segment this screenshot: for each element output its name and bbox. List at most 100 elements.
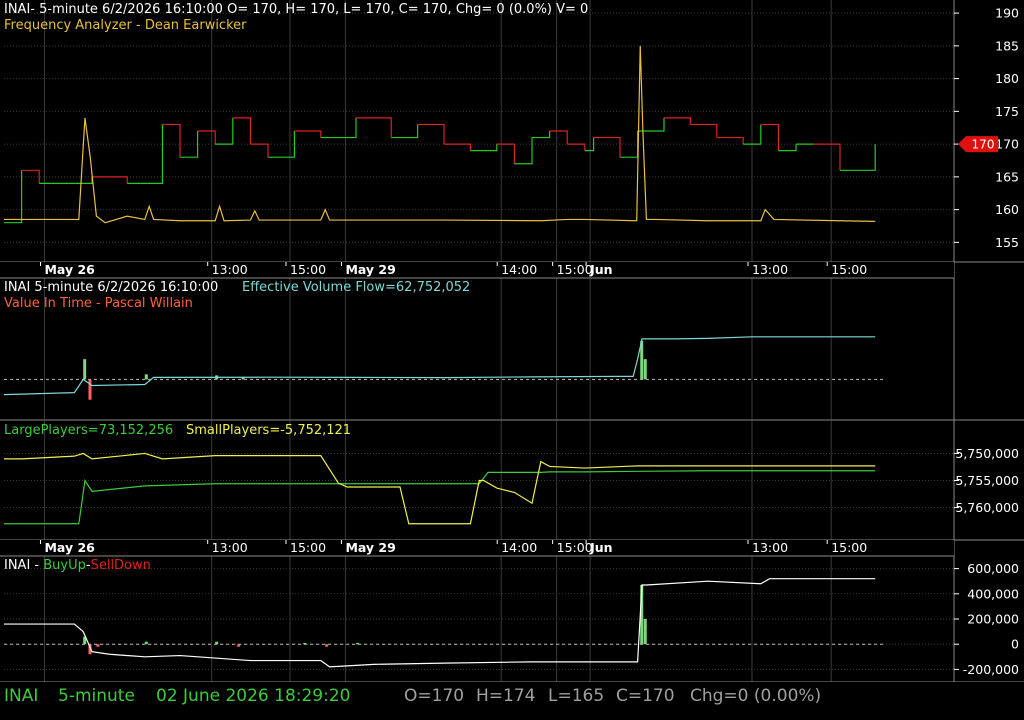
buysell-volume-bar: [237, 644, 241, 647]
price-step-segment: [127, 124, 163, 184]
price-panel-header: INAI- 5-minute 6/2/2026 16:10:00 O= 170,…: [4, 2, 589, 17]
price-step-segment: [778, 144, 797, 152]
chart-axes: May 26 13:00 15:00 May 29 14:00 15:00Jun 13:00…: [0, 6, 1019, 677]
large-players-label: LargePlayers=73,152,256: [4, 423, 174, 438]
price-step-segment: [162, 123, 181, 158]
status-high: H=174: [476, 686, 536, 706]
buysell-panel-label: INAI - BuyUp-SellDown: [4, 558, 151, 574]
price-step-segment: [232, 117, 251, 145]
status-symbol: INAI: [4, 686, 39, 706]
price-step-segment: [470, 144, 498, 152]
status-close: C=170: [616, 686, 675, 706]
price-step-segment: [180, 131, 199, 158]
buysell-axis-label: 200,000: [967, 612, 1019, 627]
status-interval: 5-minute: [58, 686, 135, 706]
price-step-segment: [250, 143, 269, 158]
price-step-segment: [21, 169, 40, 184]
price-step-segment: [294, 130, 322, 138]
time-axis-label: Jun: [589, 540, 612, 555]
status-bar: INAI 5-minute 02 June 2026 18:29:20 O=17…: [0, 682, 1024, 720]
price-step-segment: [39, 176, 93, 184]
price-step-segment: [690, 123, 718, 138]
buysell-volume-bar: [356, 642, 359, 645]
price-step-segment: [593, 136, 621, 158]
price-step-segment: [637, 117, 665, 132]
time-axis-label: May 29: [345, 262, 395, 277]
price-step-segment: [567, 143, 586, 151]
players-axis-label: 5,760,000: [955, 500, 1019, 515]
price-axis-label: 155: [995, 235, 1019, 250]
time-axis-label: 13:00: [752, 540, 788, 555]
small-players-line: [4, 452, 876, 525]
time-axis-label: 13:00: [752, 262, 788, 277]
status-open: O=170: [404, 686, 465, 706]
evf-volume-bar: [643, 359, 647, 380]
price-step-segment: [813, 143, 841, 171]
price-step-segment: [840, 144, 876, 171]
status-datetime: 02 June 2026 18:29:20: [156, 686, 351, 706]
price-axis-label: 180: [995, 71, 1019, 86]
price-step-segment: [356, 117, 392, 138]
price-step-segment: [417, 123, 445, 145]
buysell-volume-bar: [325, 644, 329, 647]
price-step-segment: [215, 117, 234, 145]
price-axis-label: 160: [995, 202, 1019, 217]
price-step-segment: [532, 131, 551, 139]
buysell-volume-bar: [96, 644, 100, 647]
buysell-volume-bar: [643, 619, 647, 645]
status-change: Chg=0 (0.00%): [690, 686, 822, 706]
time-axis-label: May 29: [345, 540, 395, 555]
price-tag-value: 170: [972, 138, 995, 152]
time-axis-label: 15:00: [557, 262, 593, 277]
selldown-label: SellDown: [90, 558, 151, 573]
time-axis-label: 15:00: [831, 540, 867, 555]
price-step-segment: [4, 170, 23, 224]
stock-chart[interactable]: May 26 13:00 15:00 May 29 14:00 15:00Jun 13:00…: [0, 0, 1024, 682]
chart-grid: [0, 0, 1024, 682]
price-step-segment: [197, 130, 216, 145]
price-axis-label: 190: [995, 6, 1019, 21]
time-axis-label: 15:00: [557, 540, 593, 555]
time-axis-label: 15:00: [831, 262, 867, 277]
players-axis-label: 5,755,000: [955, 473, 1019, 488]
buysell-volume-bar: [215, 641, 219, 645]
price-step-segment: [92, 176, 128, 184]
price-step-segment: [320, 117, 357, 139]
large-players-line: [4, 470, 876, 525]
volume-bars: [83, 340, 647, 655]
buysell-axis-label: 400,000: [967, 586, 1019, 601]
evf-volume-bar: [88, 379, 92, 400]
time-axis-strip: [0, 262, 954, 278]
time-axis-label: 13:00: [212, 262, 248, 277]
price-step-segment: [549, 130, 568, 145]
small-players-label: SmallPlayers=-5,752,121: [186, 423, 352, 438]
buysell-axis-label: -200,000: [963, 662, 1019, 677]
evf-panel-header: INAI 5-minute 6/2/2026 16:10:00: [4, 280, 219, 295]
evf-panel-indicator-label: Value In Time - Pascal Willain: [4, 296, 193, 311]
price-step-segment: [664, 117, 691, 125]
buysell-prefix: INAI -: [4, 558, 44, 573]
effective-volume-flow-line: [3, 336, 876, 396]
time-axis-label: May 26: [44, 540, 95, 555]
price-axis-label: 165: [995, 169, 1019, 184]
evf-panel-value: Effective Volume Flow=62,752,052: [242, 280, 471, 295]
buyup-label: BuyUp: [43, 558, 86, 573]
price-step-segment: [496, 143, 515, 164]
buysell-volume-bar: [144, 641, 148, 645]
time-axis-label: 14:00: [501, 262, 537, 277]
buysell-axis-label: 600,000: [967, 561, 1019, 576]
time-axis-label: 14:00: [501, 540, 537, 555]
evf-volume-bar: [144, 374, 148, 380]
players-axis-label: 5,750,000: [955, 446, 1019, 461]
buysell-axis-label: 0: [1011, 637, 1019, 652]
time-axis-label: Jun: [589, 262, 612, 277]
evf-volume-bar: [83, 359, 87, 380]
price-axis-label: 185: [995, 38, 1019, 53]
price-step-segment: [760, 123, 779, 151]
time-axis-label: 13:00: [212, 540, 248, 555]
buyup-selldown-line: [4, 578, 876, 668]
price-axis-label: 170: [995, 137, 1019, 152]
price-step-segment: [716, 136, 744, 145]
price-step-segment: [514, 137, 533, 165]
price-axis-label: 175: [995, 104, 1019, 119]
